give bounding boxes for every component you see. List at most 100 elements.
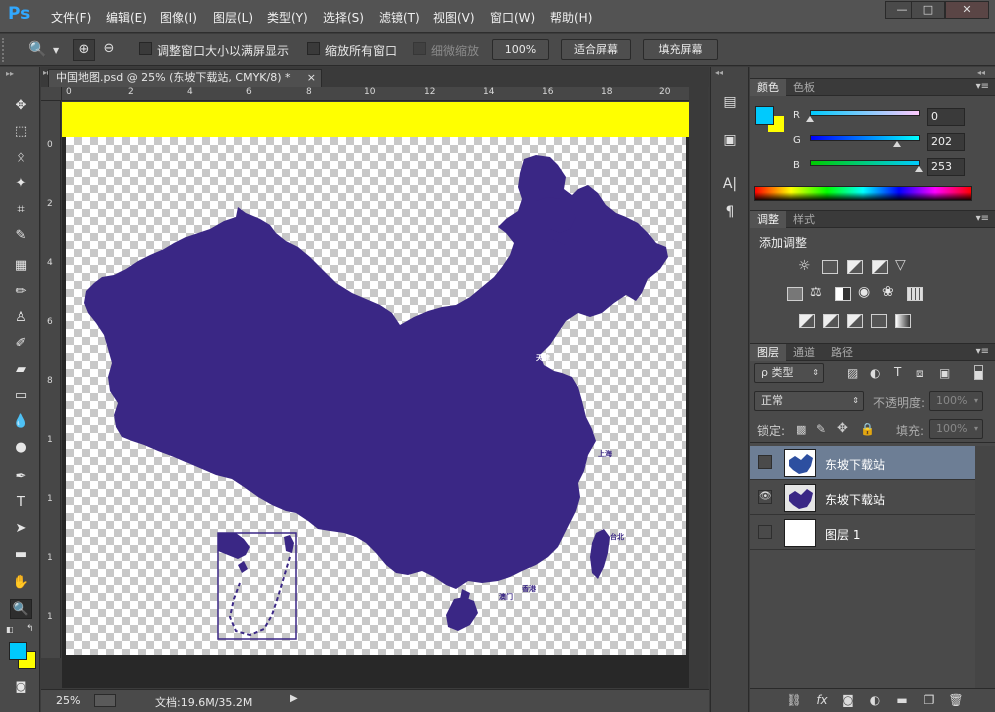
zoom-out-icon[interactable]: ⊖	[98, 39, 120, 61]
status-menu-arrow-icon[interactable]: ▶	[290, 693, 298, 704]
green-value[interactable]: 202	[927, 133, 965, 151]
layers-panel-menu-icon[interactable]: ▾≡	[976, 346, 989, 357]
menu-file[interactable]: 文件(F)	[51, 9, 91, 26]
horizontal-ruler[interactable]: 0 2 4 6 8 10 12 14 16 18 20	[62, 87, 689, 101]
magic-wand-tool-icon[interactable]: ✦	[10, 174, 32, 194]
layer-style-fx-icon[interactable]: fx	[814, 693, 830, 708]
green-slider[interactable]	[810, 135, 920, 141]
quick-mask-icon[interactable]: ◙	[10, 677, 32, 697]
filter-toggle-switch[interactable]	[974, 365, 983, 380]
lock-position-icon[interactable]: ✥	[837, 421, 848, 436]
red-value[interactable]: 0	[927, 108, 965, 126]
status-zoom-level[interactable]: 25%	[56, 694, 80, 707]
crop-tool-icon[interactable]: ⌗	[10, 200, 32, 220]
eraser-tool-icon[interactable]: ▰	[10, 360, 32, 380]
foreground-color-swatch[interactable]	[9, 642, 27, 660]
new-group-icon[interactable]: ▬	[894, 693, 910, 708]
filter-adjustment-icon[interactable]: ◐	[870, 366, 880, 380]
layer-3-name[interactable]: 图层 1	[825, 526, 860, 543]
menu-window[interactable]: 窗口(W)	[490, 9, 535, 26]
menu-image[interactable]: 图像(I)	[160, 9, 197, 26]
opacity-field[interactable]: 100% ▾	[929, 391, 983, 411]
new-layer-icon[interactable]: ❐	[921, 693, 937, 708]
lock-all-icon[interactable]: 🔒	[860, 422, 875, 436]
resize-windows-checkbox[interactable]	[139, 42, 152, 55]
blue-slider[interactable]	[810, 160, 920, 166]
path-selection-tool-icon[interactable]: ➤	[10, 519, 32, 539]
tab-swatches[interactable]: 色板	[786, 79, 822, 96]
properties-panel-icon[interactable]: ▣	[720, 130, 740, 150]
dodge-tool-icon[interactable]: ●	[10, 438, 32, 458]
levels-icon[interactable]	[822, 260, 838, 274]
zoom-100-button[interactable]: 100%	[492, 39, 549, 60]
menu-help[interactable]: 帮助(H)	[550, 9, 592, 26]
green-slider-thumb[interactable]	[892, 141, 901, 147]
blur-tool-icon[interactable]: 💧	[10, 412, 32, 432]
blue-value[interactable]: 253	[927, 158, 965, 176]
ruler-origin[interactable]	[41, 87, 62, 101]
color-spectrum-ramp[interactable]	[754, 186, 972, 201]
document-vertical-scrollbar[interactable]	[689, 87, 708, 689]
tab-color[interactable]: 颜色	[750, 79, 786, 96]
zoom-all-checkbox[interactable]	[307, 42, 320, 55]
history-brush-tool-icon[interactable]: ✐	[10, 334, 32, 354]
zoom-in-icon[interactable]: ⊕	[73, 39, 95, 61]
type-tool-icon[interactable]: T	[10, 493, 32, 513]
red-slider-thumb[interactable]	[806, 116, 814, 122]
brightness-contrast-icon[interactable]: ☼	[798, 258, 811, 274]
add-mask-icon[interactable]: ◙	[840, 693, 856, 708]
healing-brush-tool-icon[interactable]: ▦	[10, 256, 32, 276]
black-white-icon[interactable]	[835, 287, 851, 301]
marquee-tool-icon[interactable]: ⬚	[10, 122, 32, 142]
preset-dropdown-icon[interactable]: ▼	[53, 46, 59, 55]
filter-shape-icon[interactable]: ⧈	[916, 366, 924, 381]
move-tool-icon[interactable]: ✥	[10, 96, 32, 116]
menu-select[interactable]: 选择(S)	[323, 9, 364, 26]
layer-row-2[interactable]: 👁 东坡下载站	[750, 481, 975, 515]
layer-2-name[interactable]: 东坡下载站	[825, 491, 885, 508]
hand-tool-icon[interactable]: ✋	[10, 573, 32, 593]
invert-icon[interactable]	[799, 314, 815, 328]
paragraph-panel-icon[interactable]: ¶	[720, 202, 740, 222]
layer-row-1[interactable]: 东坡下载站	[750, 446, 975, 480]
clone-stamp-tool-icon[interactable]: ♙	[10, 308, 32, 328]
color-panel-foreground-swatch[interactable]	[755, 106, 774, 125]
zoom-tool-icon[interactable]: 🔍	[10, 599, 32, 619]
layer-2-visibility-toggle[interactable]: 👁	[758, 490, 772, 504]
blue-slider-thumb[interactable]	[914, 166, 923, 172]
tab-adjustments[interactable]: 调整	[750, 211, 786, 228]
vertical-ruler[interactable]: 0 2 4 6 8 1 1 1 1	[41, 101, 61, 658]
lock-image-icon[interactable]: ✎	[816, 422, 826, 436]
delete-layer-icon[interactable]: 🗑	[948, 693, 964, 708]
panel-dock-collapse-icon[interactable]: ◂◂	[977, 68, 985, 77]
layer-1-name[interactable]: 东坡下载站	[825, 456, 885, 473]
threshold-icon[interactable]	[847, 314, 863, 328]
new-adjustment-layer-icon[interactable]: ◐	[867, 693, 883, 708]
lock-transparent-icon[interactable]: ▩	[796, 423, 806, 436]
menu-type[interactable]: 类型(Y)	[267, 9, 308, 26]
color-lookup-icon[interactable]	[907, 287, 923, 301]
fill-field[interactable]: 100% ▾	[929, 419, 983, 439]
document-tab[interactable]: 中国地图.psd @ 25% (东坡下载站, CMYK/8) * ×	[48, 69, 322, 87]
fill-screen-button[interactable]: 填充屏幕	[643, 39, 718, 60]
color-balance-icon[interactable]: ⚖	[810, 285, 822, 300]
posterize-icon[interactable]	[823, 314, 839, 328]
scrubby-zoom-checkbox[interactable]	[413, 42, 426, 55]
lasso-tool-icon[interactable]: ᛟ	[10, 148, 32, 168]
layer-row-3[interactable]: 图层 1	[750, 516, 975, 550]
filter-smart-object-icon[interactable]: ▣	[939, 366, 950, 380]
curves-icon[interactable]	[847, 260, 863, 274]
exposure-icon[interactable]	[872, 260, 888, 274]
menu-filter[interactable]: 滤镜(T)	[379, 9, 420, 26]
tab-channels[interactable]: 通道	[786, 344, 822, 361]
adjustments-panel-menu-icon[interactable]: ▾≡	[976, 213, 989, 224]
rectangle-tool-icon[interactable]: ▬	[10, 545, 32, 565]
channel-mixer-icon[interactable]: ❀	[882, 284, 894, 300]
maximize-button[interactable]: □	[911, 1, 945, 19]
dock-collapse-icon[interactable]: ◂◂	[715, 68, 723, 77]
layer-1-visibility-toggle[interactable]	[758, 455, 772, 469]
photo-filter-icon[interactable]: ◉	[858, 284, 870, 300]
pen-tool-icon[interactable]: ✒	[10, 467, 32, 487]
filter-pixel-icon[interactable]: ▨	[847, 366, 858, 380]
gradient-map-icon[interactable]	[895, 314, 911, 328]
